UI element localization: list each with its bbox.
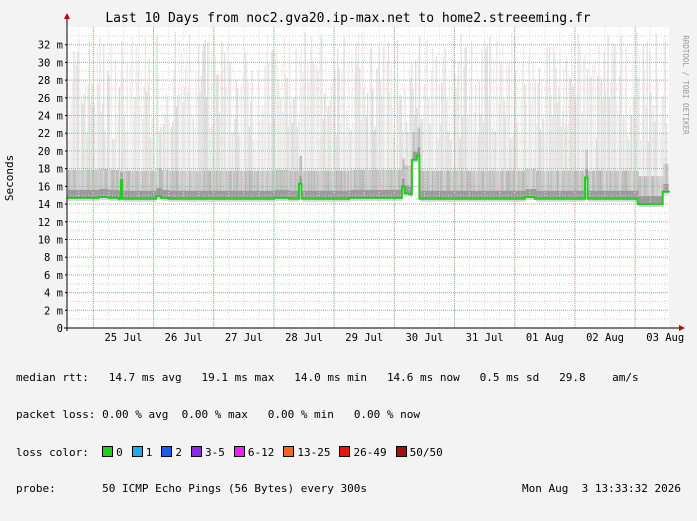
median-rtt-min: 14.0 ms min bbox=[294, 370, 368, 384]
loss-color-item: 6-12 bbox=[233, 446, 275, 460]
legend-loss-color: loss color: 0 1 2 3-5 6-12 13-25 26-49 50/50 bbox=[16, 446, 681, 460]
loss-color-item: 13-25 bbox=[283, 446, 330, 459]
y-tick-label: 12 m bbox=[38, 217, 63, 229]
loss-color-label: loss color: bbox=[16, 446, 89, 460]
rrdtool-watermark: RRDTOOL / TOBI OETIKER bbox=[681, 35, 690, 135]
legend-packet-loss: packet loss: 0.00 % avg 0.00 % max 0.00 … bbox=[16, 408, 681, 421]
loss-color-item: 0 bbox=[102, 446, 123, 459]
loss-color-swatch bbox=[395, 446, 407, 458]
loss-color-item-label: 0 bbox=[116, 446, 123, 460]
legend: median rtt: 14.7 ms avg 19.1 ms max 14.0… bbox=[16, 347, 681, 521]
y-tick-label: 24 m bbox=[38, 111, 63, 123]
smokeping-graph: 0 2 m 4 m 6 m 8 m 10 m 12 m 14 m 16 m 18 m 20 m 22 … bbox=[0, 0, 697, 495]
y-tick-label: 28 m bbox=[38, 75, 63, 87]
x-tick-label: 03 Aug bbox=[646, 332, 684, 344]
probe-text: 50 ICMP Echo Pings (56 Bytes) every 300s bbox=[102, 482, 368, 496]
median-rtt-avg: 14.7 ms avg bbox=[108, 370, 182, 384]
probe-label: probe: bbox=[16, 482, 56, 496]
loss-color-item-label: 26-49 bbox=[353, 446, 387, 460]
x-tick-labels: 25 Jul 26 Jul 27 Jul 28 Jul 29 Jul 30 Jul 31 J… bbox=[104, 332, 684, 344]
loss-color-item: 3-5 bbox=[190, 446, 225, 460]
loss-color-item: 26-49 bbox=[339, 446, 387, 460]
loss-color-item-label: 2 bbox=[175, 446, 182, 460]
loss-color-item: 2 bbox=[161, 446, 182, 459]
y-tick-label: 2 m bbox=[44, 305, 63, 317]
y-tick-label: 30 m bbox=[38, 57, 63, 69]
legend-median-rtt: median rtt: 14.7 ms avg 19.1 ms max 14.0… bbox=[16, 370, 681, 384]
x-tick-label: 26 Jul bbox=[165, 332, 203, 344]
x-tick-label: 31 Jul bbox=[466, 332, 504, 344]
loss-color-swatch bbox=[102, 446, 114, 458]
y-tick-label: 8 m bbox=[44, 252, 63, 264]
x-axis-arrow bbox=[679, 325, 685, 331]
y-tick-label: 6 m bbox=[44, 270, 63, 282]
loss-color-items: 0 1 2 3-5 6-12 13-25 26-49 50/50 bbox=[102, 446, 452, 459]
loss-color-item: 1 bbox=[131, 446, 153, 460]
y-axis-label: Seconds bbox=[3, 155, 16, 201]
median-rtt-am: 29.8 bbox=[559, 370, 586, 384]
y-tick-label: 14 m bbox=[38, 199, 63, 211]
loss-color-item-label: 1 bbox=[145, 446, 153, 460]
y-tick-label: 22 m bbox=[38, 128, 63, 140]
y-tick-label: 20 m bbox=[38, 146, 63, 158]
median-rtt-max: 19.1 ms max bbox=[201, 370, 275, 384]
median-rtt-label: median rtt: bbox=[16, 370, 89, 384]
loss-color-item-label: 6-12 bbox=[247, 446, 275, 460]
loss-color-item-label: 3-5 bbox=[204, 446, 225, 460]
median-rtt-am-unit: am/s bbox=[612, 370, 639, 384]
loss-color-item: 50/50 bbox=[395, 446, 443, 460]
x-tick-label: 27 Jul bbox=[225, 332, 263, 344]
y-axis-arrow bbox=[64, 13, 70, 19]
y-tick-label: 32 m bbox=[38, 40, 63, 52]
latency-chart: 0 2 m 4 m 6 m 8 m 10 m 12 m 14 m 16 m 18 m 20 m 22 … bbox=[3, 11, 690, 344]
x-tick-label: 30 Jul bbox=[405, 332, 443, 344]
loss-color-swatch bbox=[339, 446, 351, 458]
y-tick-label: 26 m bbox=[38, 93, 63, 105]
y-tick-label: 10 m bbox=[38, 234, 63, 246]
probe-date: Mon Aug 3 13:33:32 2026 bbox=[522, 482, 681, 496]
loss-color-item-label: 50/50 bbox=[409, 446, 443, 460]
x-tick-label: 25 Jul bbox=[104, 332, 142, 344]
legend-probe: probe: 50 ICMP Echo Pings (56 Bytes) eve… bbox=[16, 482, 681, 496]
y-tick-labels: 0 2 m 4 m 6 m 8 m 10 m 12 m 14 m 16 m 18 m 20 m 22 … bbox=[38, 40, 67, 335]
median-rtt-sd: 0.5 ms sd bbox=[479, 370, 540, 384]
x-tick-label: 02 Aug bbox=[586, 332, 624, 344]
loss-color-item-label: 13-25 bbox=[297, 446, 331, 460]
y-tick-label: 16 m bbox=[38, 181, 63, 193]
x-tick-label: 28 Jul bbox=[285, 332, 323, 344]
y-tick-label: 4 m bbox=[44, 288, 63, 300]
loss-color-swatch bbox=[233, 446, 245, 458]
y-tick-label: 18 m bbox=[38, 164, 63, 176]
chart-title: Last 10 Days from noc2.gva20.ip-max.net … bbox=[105, 11, 590, 26]
x-tick-label: 01 Aug bbox=[526, 332, 564, 344]
median-rtt-now: 14.6 ms now bbox=[386, 370, 460, 384]
y-tick-label: 0 bbox=[57, 323, 63, 335]
loss-color-swatch bbox=[161, 446, 173, 458]
loss-color-swatch bbox=[131, 446, 143, 458]
loss-color-swatch bbox=[283, 446, 295, 458]
x-tick-label: 29 Jul bbox=[345, 332, 383, 344]
loss-color-swatch bbox=[190, 446, 202, 458]
